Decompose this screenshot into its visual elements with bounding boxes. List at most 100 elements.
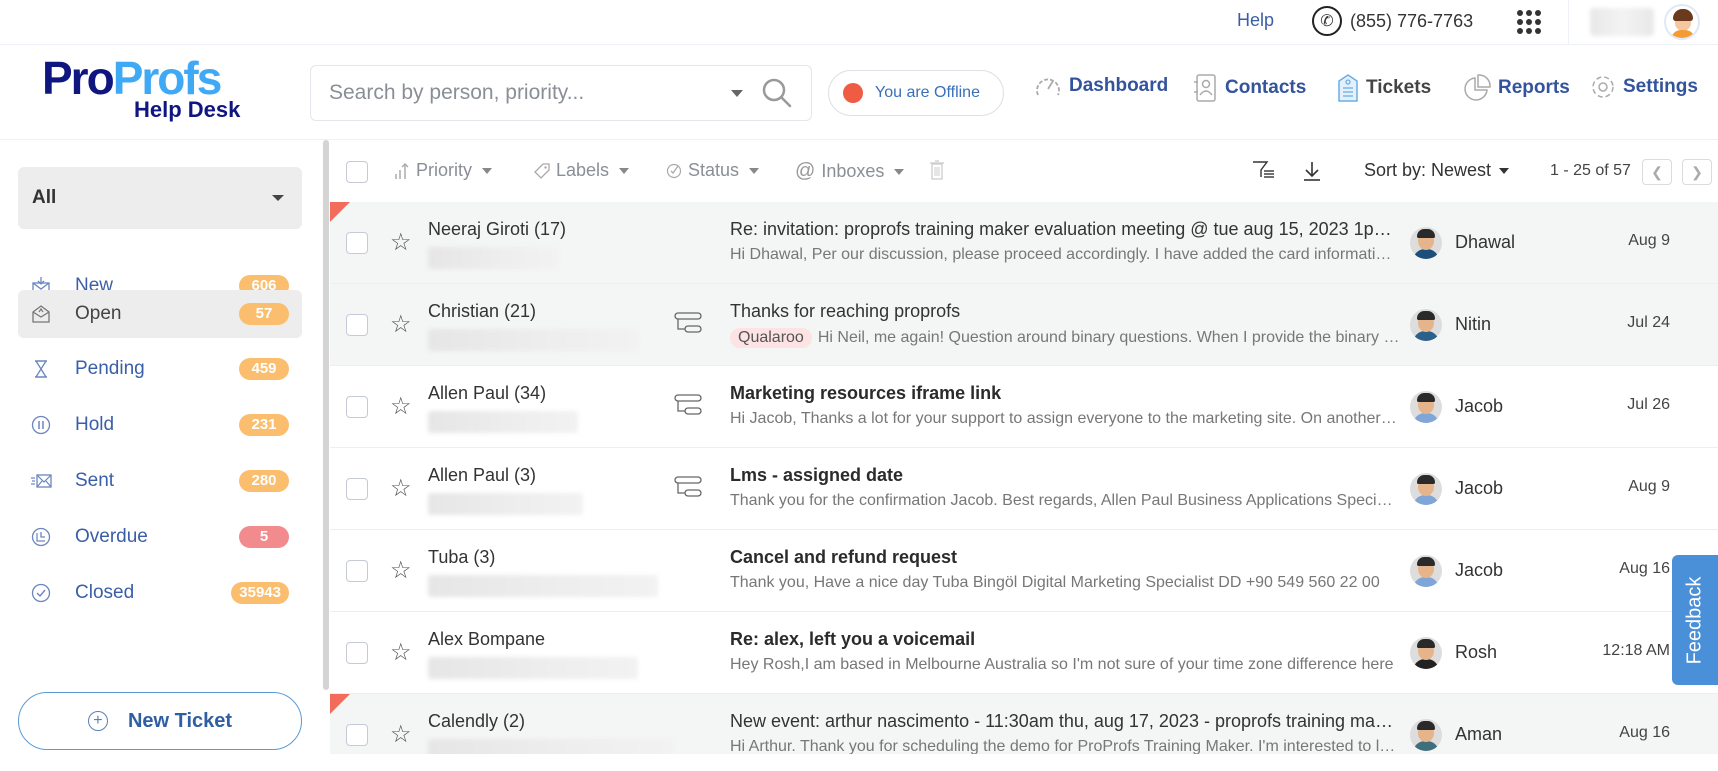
plus-circle-icon: + [87, 711, 108, 731]
nav-tickets-label: Tickets [1366, 77, 1432, 98]
nav-reports[interactable]: Reports [1462, 73, 1570, 103]
new-ticket-button[interactable]: + New Ticket [18, 692, 302, 750]
ticket-subject: Re: invitation: proprofs training maker … [730, 219, 1400, 239]
search-input[interactable] [329, 81, 719, 105]
row-checkbox[interactable] [346, 232, 368, 254]
phone-contact[interactable]: ✆ (855) 776-7763 [1312, 6, 1473, 36]
advanced-filter-button[interactable] [1252, 160, 1276, 180]
user-avatar[interactable] [1664, 4, 1700, 40]
feedback-tab[interactable]: Feedback [1672, 555, 1718, 685]
count-badge: 57 [239, 303, 289, 325]
ticket-row[interactable]: ☆ Allen Paul (3) Lms - assigned date Tha… [330, 448, 1718, 530]
pagination-range: 1 - 25 of 57 [1550, 162, 1631, 179]
sidebar-item-open[interactable]: Open 57 [18, 290, 302, 338]
ticket-preview: Hey Rosh,I am based in Melbourne Austral… [730, 656, 1394, 673]
nav-settings[interactable]: Settings [1589, 73, 1698, 101]
filter-list-icon [1253, 161, 1274, 178]
inbox-filter-select[interactable]: All [18, 167, 302, 229]
preview-text: Hi Neil, me again! Question around binar… [817, 329, 1400, 346]
star-icon[interactable]: ☆ [390, 310, 412, 339]
sidebar-item-pending[interactable]: Pending 459 [18, 345, 302, 393]
row-checkbox[interactable] [346, 396, 368, 418]
search-filter-dropdown-icon[interactable] [731, 90, 743, 97]
ticket-subject: Cancel and refund request [730, 547, 958, 567]
chevron-down-icon [272, 195, 284, 201]
labels-label: Labels [556, 160, 610, 180]
next-page-button[interactable]: ❯ [1682, 159, 1712, 185]
ticket-row[interactable]: ☆ Alex Bompane Re: alex, left you a voic… [330, 612, 1718, 694]
sidebar-item-hold[interactable]: Hold 231 [18, 401, 302, 449]
sidebar-item-sent[interactable]: Sent 280 [18, 457, 302, 505]
ticket-sender: Tuba (3) [428, 547, 496, 567]
nav-dashboard-label: Dashboard [1069, 75, 1169, 96]
sidebar-item-label: Overdue [75, 526, 148, 547]
trash-icon [930, 160, 944, 180]
ticket-row[interactable]: ☆ Tuba (3) Cancel and refund request Tha… [330, 530, 1718, 612]
agent-avatar [1410, 391, 1442, 423]
star-icon[interactable]: ☆ [390, 556, 412, 585]
nav-reports-label: Reports [1498, 77, 1570, 98]
download-button[interactable] [1302, 160, 1322, 182]
ticket-date: Jul 24 [1627, 314, 1670, 331]
ticket-row[interactable]: ☆ Neeraj Giroti (17) Re: invitation: pro… [330, 202, 1718, 284]
ticket-row[interactable]: ☆ Calendly (2) New event: arthur nascime… [330, 694, 1718, 754]
thread-merge-icon [674, 312, 702, 333]
row-checkbox[interactable] [346, 724, 368, 746]
priority-filter-dropdown[interactable]: Priority [394, 160, 493, 181]
prev-page-button[interactable]: ❮ [1642, 159, 1672, 185]
availability-status-toggle[interactable]: You are Offline [828, 70, 1004, 116]
new-ticket-label: New Ticket [127, 709, 233, 732]
sidebar-item-closed[interactable]: Closed 35943 [18, 569, 302, 617]
row-checkbox[interactable] [346, 560, 368, 582]
star-icon[interactable]: ☆ [390, 638, 412, 667]
sort-dropdown[interactable]: Sort by: Newest [1364, 160, 1510, 181]
chevron-right-icon: ❯ [1691, 163, 1703, 180]
main-header: ProProfs Help Desk You are Offline Dashb… [0, 45, 1718, 140]
row-checkbox[interactable] [346, 314, 368, 336]
search-icon[interactable] [761, 77, 793, 109]
select-all-checkbox[interactable] [346, 161, 368, 183]
check-circle-icon [30, 582, 52, 604]
ticket-row[interactable]: ☆ Allen Paul (34) Marketing resources if… [330, 366, 1718, 448]
logo-subtitle: Help Desk [134, 97, 241, 122]
row-checkbox[interactable] [346, 642, 368, 664]
row-checkbox[interactable] [346, 478, 368, 500]
divider [1568, 0, 1569, 45]
chevron-down-icon [619, 167, 630, 174]
nav-dashboard[interactable]: Dashboard [1033, 73, 1168, 99]
star-icon[interactable]: ☆ [390, 474, 412, 503]
open-envelope-icon [30, 303, 52, 325]
delete-button[interactable] [930, 160, 944, 180]
feedback-label: Feedback [1683, 576, 1706, 664]
chevron-down-icon [749, 167, 760, 174]
ticket-tag-icon [1338, 74, 1358, 102]
nav-settings-label: Settings [1623, 76, 1698, 97]
list-scrollbar[interactable] [323, 140, 329, 690]
star-icon[interactable]: ☆ [390, 392, 412, 421]
ticket-list: ☆ Neeraj Giroti (17) Re: invitation: pro… [330, 202, 1718, 754]
inboxes-filter-dropdown[interactable]: @ Inboxes [795, 160, 905, 183]
status-label: Status [688, 160, 740, 180]
assigned-agent: Nitin [1455, 314, 1492, 334]
star-icon[interactable]: ☆ [390, 228, 412, 257]
nav-contacts[interactable]: Contacts [1193, 73, 1306, 103]
sidebar-item-overdue[interactable]: Overdue 5 [18, 513, 302, 561]
status-filter-dropdown[interactable]: Status [666, 160, 760, 181]
at-sign-icon: @ [795, 160, 816, 182]
labels-filter-dropdown[interactable]: Labels [534, 160, 630, 181]
count-badge: 231 [239, 414, 289, 436]
inboxes-label: Inboxes [821, 161, 885, 181]
ticket-sender: Allen Paul (3) [428, 465, 537, 485]
ticket-date: 12:18 AM [1602, 642, 1670, 659]
contact-book-icon [1194, 74, 1216, 102]
nav-tickets[interactable]: Tickets [1336, 73, 1431, 103]
help-link[interactable]: Help [1237, 10, 1274, 31]
chevron-left-icon: ❮ [1651, 163, 1663, 180]
apps-grid-icon[interactable] [1515, 8, 1543, 36]
ticket-row[interactable]: ☆ Christian (21) Thanks for reaching pro… [330, 284, 1718, 366]
star-icon[interactable]: ☆ [390, 720, 412, 749]
ticket-label-tag[interactable]: Qualaroo [730, 328, 812, 348]
proprofs-logo[interactable]: ProProfs Help Desk [42, 55, 240, 121]
sender-email-redacted [428, 493, 583, 515]
ticket-date: Aug 9 [1628, 478, 1670, 495]
